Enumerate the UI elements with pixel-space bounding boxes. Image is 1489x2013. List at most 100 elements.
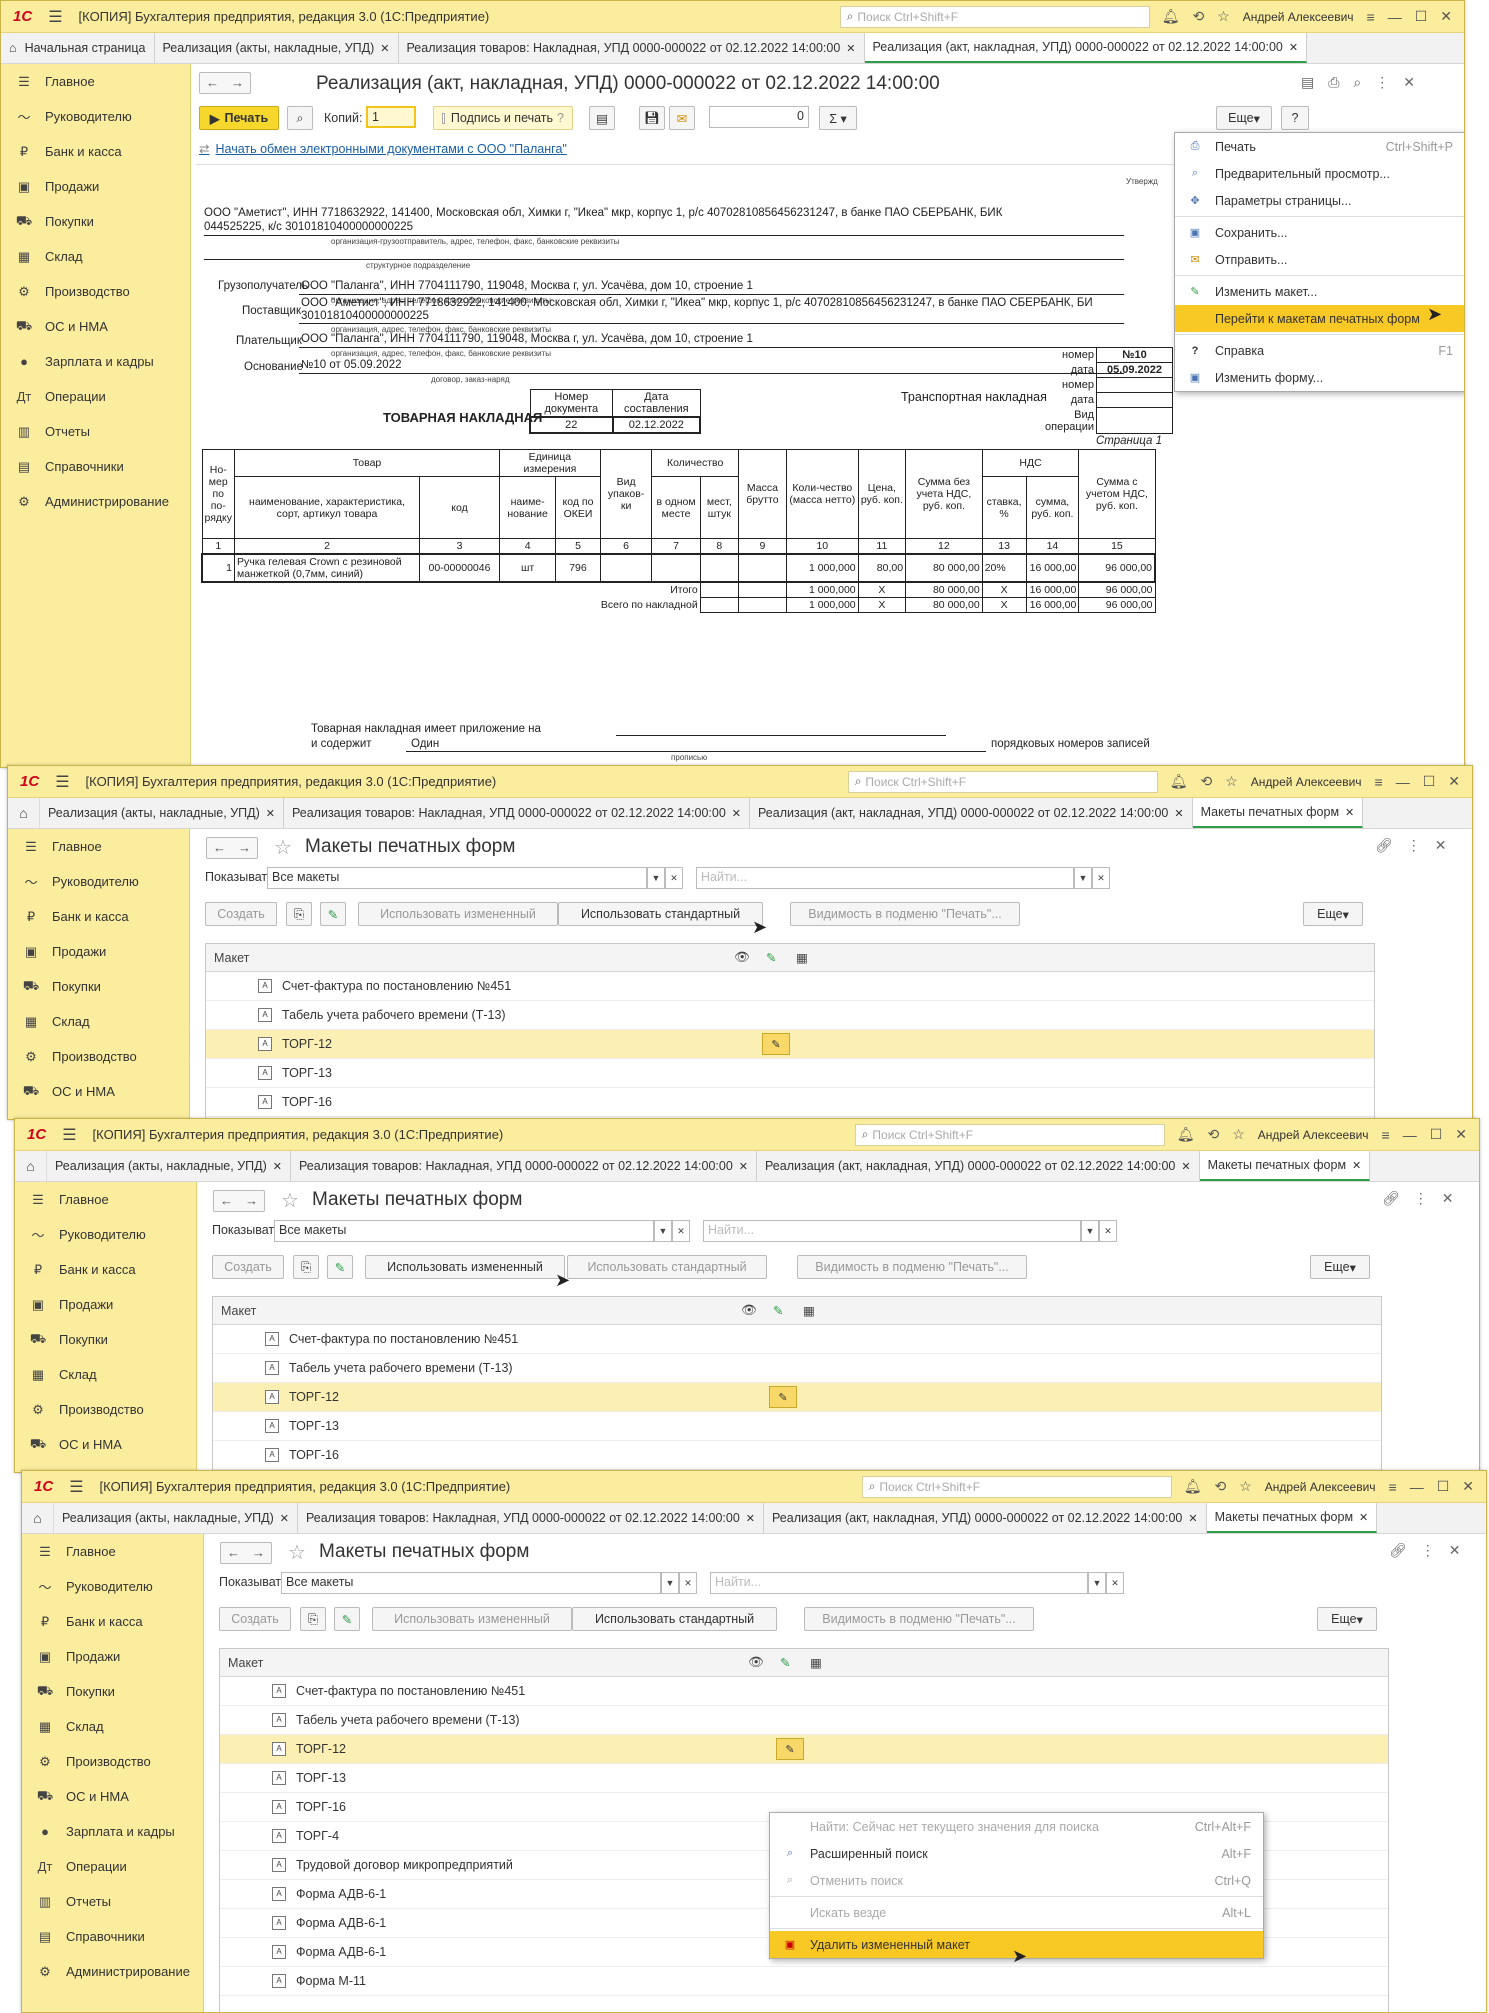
use-standard-button[interactable]: Использовать стандартный — [558, 902, 763, 926]
sidebar-item-reports[interactable]: ▥ Отчеты — [1, 414, 190, 449]
close-icon[interactable]: ✕ — [732, 807, 741, 820]
chevron-down-icon[interactable]: ▼ — [647, 867, 665, 889]
menu-item-print[interactable]: ⎙ Печать Ctrl+Shift+P — [1175, 133, 1464, 160]
sidebar-item-main[interactable]: ☰ Главное — [8, 829, 189, 864]
maximize-icon[interactable]: ☐ — [1415, 8, 1428, 25]
sidebar-item-operations[interactable]: Дт Операции — [22, 1849, 203, 1884]
table-row[interactable]: A ТОРГ-13 — [220, 1764, 1388, 1793]
bell-icon[interactable]: 🔔︎ — [1177, 1126, 1195, 1143]
changed-layout-icon[interactable]: ✎ — [769, 1386, 797, 1408]
table-row[interactable]: A Форма М-11 — [220, 1967, 1388, 1996]
chevron-down-icon[interactable]: ▼ — [661, 1572, 679, 1594]
sidebar-item-salary[interactable]: ● Зарплата и кадры — [22, 1814, 203, 1849]
tab-realization-goods[interactable]: Реализация товаров: Накладная, УПД 0000-… — [297, 1503, 764, 1533]
close-icon[interactable]: ✕ — [1181, 1160, 1190, 1173]
sum-field[interactable]: 0 — [709, 106, 809, 128]
menu-icon[interactable]: ☰ — [48, 7, 62, 27]
search-input[interactable]: ⌕ Поиск Ctrl+Shift+F — [847, 770, 1158, 793]
history-icon[interactable]: ⟲ — [1214, 1478, 1226, 1495]
close-icon[interactable]: ✕ — [266, 807, 275, 820]
clear-icon[interactable]: ✕ — [672, 1220, 690, 1242]
close-icon[interactable]: ✕ — [739, 1160, 748, 1173]
tab-realization-doc[interactable]: Реализация (акт, накладная, УПД) 0000-00… — [757, 1151, 1200, 1181]
sidebar-item-bank[interactable]: ₽ Банк и касса — [22, 1604, 203, 1639]
create-button[interactable]: Создать — [219, 1607, 291, 1631]
table-row-selected[interactable]: A ТОРГ-12 ✎ — [206, 1030, 1374, 1059]
sum-mode-button[interactable]: Σ ▾ — [819, 106, 857, 130]
layout-icon[interactable]: ▦ — [796, 950, 808, 965]
tab-layouts[interactable]: Макеты печатных форм ✕ — [1192, 798, 1364, 828]
close-icon[interactable]: ✕ — [273, 1160, 282, 1173]
edo-link[interactable]: ⇄ Начать обмен электронными документами с… — [199, 141, 567, 156]
bell-icon[interactable]: 🔔︎ — [1184, 1478, 1202, 1495]
copy-icon[interactable]: ⎘ — [293, 1255, 319, 1279]
sidebar-item-assets[interactable]: ⛟ ОС и НМА — [22, 1779, 203, 1814]
sidebar-item-sales[interactable]: ▣ Продажи — [8, 934, 189, 969]
ctx-find[interactable]: Найти: Сейчас нет текущего значения для … — [770, 1813, 1263, 1840]
sidebar-item-main[interactable]: ☰ Главное — [15, 1182, 196, 1217]
forward-icon[interactable]: → — [246, 1543, 271, 1563]
tab-realizations[interactable]: Реализация (акты, накладные, УПД) ✕ — [154, 33, 399, 63]
sidebar-item-manager[interactable]: 〜 Руководителю — [15, 1217, 196, 1252]
table-row-selected[interactable]: A ТОРГ-12 ✎ — [220, 1735, 1388, 1764]
tab-realization-doc[interactable]: Реализация (акт, накладная, УПД) 0000-00… — [764, 1503, 1207, 1533]
sidebar-item-sales[interactable]: ▣ Продажи — [22, 1639, 203, 1674]
settings-icon[interactable]: ≡ — [1382, 1127, 1390, 1143]
find-input[interactable]: Найти... — [696, 867, 1074, 889]
sidebar-item-purchases[interactable]: ⛟ Покупки — [22, 1674, 203, 1709]
table-row[interactable]: A Счет-фактура по постановлению №451 — [213, 1325, 1381, 1354]
edit-icon[interactable]: ✎ — [766, 950, 776, 965]
history-icon[interactable]: ⟲ — [1192, 8, 1204, 25]
preview-button[interactable]: ⌕ — [287, 106, 313, 130]
show-select[interactable]: Все макеты — [274, 1220, 654, 1242]
history-icon[interactable]: ⟲ — [1200, 773, 1212, 790]
eye-icon[interactable]: 👁︎ — [741, 1303, 757, 1318]
sidebar-item-operations[interactable]: Дт Операции — [1, 379, 190, 414]
sidebar-item-bank[interactable]: ₽ Банк и касса — [15, 1252, 196, 1287]
search-input[interactable]: ⌕ Поиск Ctrl+Shift+F — [839, 5, 1150, 28]
home-icon[interactable]: ⌂ — [22, 1503, 54, 1533]
copy-icon[interactable]: ⎘ — [300, 1607, 326, 1631]
sidebar-item-sales[interactable]: ▣ Продажи — [15, 1287, 196, 1322]
close-icon[interactable]: ✕ — [1462, 1478, 1474, 1495]
tab-realizations[interactable]: Реализация (акты, накладные, УПД) ✕ — [54, 1503, 298, 1533]
edit-icon[interactable]: ✎ — [780, 1655, 790, 1670]
favorite-star-icon[interactable]: ☆ — [288, 1540, 306, 1565]
sidebar-item-manager[interactable]: 〜 Руководителю — [8, 864, 189, 899]
copy-icon[interactable]: ⎘ — [286, 902, 312, 926]
tab-realization-goods[interactable]: Реализация товаров: Накладная, УПД 0000-… — [290, 1151, 757, 1181]
close-icon[interactable]: ✕ — [1359, 1511, 1368, 1524]
print-button[interactable]: ▶ Печать — [199, 106, 279, 130]
menu-item-edit-form[interactable]: ▣ Изменить форму... — [1175, 364, 1464, 391]
create-button[interactable]: Создать — [205, 902, 277, 926]
sidebar-item-admin[interactable]: ⚙ Администрирование — [1, 484, 190, 519]
clear-icon[interactable]: ✕ — [679, 1572, 697, 1594]
table-row[interactable]: A ТОРГ-13 — [206, 1059, 1374, 1088]
settings-icon[interactable]: ≡ — [1389, 1479, 1397, 1495]
ctx-advanced-search[interactable]: ⌕ Расширенный поиск Alt+F — [770, 1840, 1263, 1867]
visibility-button[interactable]: Видимость в подменю "Печать"... — [804, 1607, 1034, 1631]
sidebar-item-bank[interactable]: ₽ Банк и касса — [1, 134, 190, 169]
sidebar-item-production[interactable]: ⚙ Производство — [1, 274, 190, 309]
sidebar-item-production[interactable]: ⚙ Производство — [8, 1039, 189, 1074]
tab-realization-doc[interactable]: Реализация (акт, накладная, УПД) 0000-00… — [750, 798, 1193, 828]
history-icon[interactable]: ⟲ — [1207, 1126, 1219, 1143]
bell-icon[interactable]: 🔔︎ — [1170, 773, 1188, 790]
help-button[interactable]: ? — [1281, 106, 1309, 130]
ctx-search-everywhere[interactable]: Искать везде Alt+L — [770, 1899, 1263, 1926]
menu-icon[interactable]: ☰ — [62, 1125, 76, 1145]
search-input[interactable]: ⌕ Поиск Ctrl+Shift+F — [854, 1123, 1165, 1146]
layout-icon[interactable]: ▦ — [810, 1655, 822, 1670]
nav-buttons[interactable]: ← → — [220, 1542, 272, 1564]
edit-icon[interactable]: ✎ — [327, 1255, 353, 1279]
close-icon[interactable]: ✕ — [1455, 1126, 1467, 1143]
user-name[interactable]: Андрей Алексеевич — [1243, 10, 1354, 24]
sidebar-item-purchases[interactable]: ⛟ Покупки — [8, 969, 189, 1004]
menu-item-save[interactable]: ▣ Сохранить... — [1175, 219, 1464, 246]
back-icon[interactable]: ← — [200, 73, 225, 93]
sidebar-item-reports[interactable]: ▥ Отчеты — [22, 1884, 203, 1919]
sidebar-item-salary[interactable]: ● Зарплата и кадры — [1, 344, 190, 379]
use-standard-button[interactable]: Использовать стандартный — [567, 1255, 767, 1279]
minimize-icon[interactable]: — — [1410, 1479, 1424, 1495]
edit-icon[interactable]: ✎ — [773, 1303, 783, 1318]
